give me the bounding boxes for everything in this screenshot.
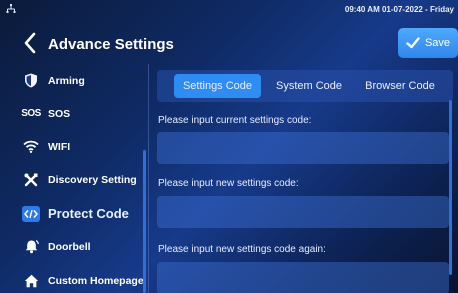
- status-datetime: 09:40 AM 01-07-2022 - Friday: [344, 5, 454, 14]
- confirm-code-input[interactable]: [157, 262, 449, 293]
- code-icon: [18, 205, 44, 222]
- page-title: Advance Settings: [48, 36, 174, 53]
- sidebar-item-label: WIFI: [48, 140, 71, 153]
- save-button[interactable]: Save: [398, 28, 458, 58]
- sidebar-item-label: SOS: [48, 107, 71, 120]
- sidebar-item-label: Discovery Setting: [48, 173, 137, 186]
- save-label: Save: [424, 37, 451, 49]
- current-code-input[interactable]: [157, 132, 449, 164]
- tab-settings-code[interactable]: Settings Code: [174, 74, 261, 98]
- sidebar-item-discovery-setting[interactable]: Discovery Setting: [0, 163, 146, 196]
- panel-scrollbar[interactable]: [449, 100, 452, 275]
- shield-icon: [18, 73, 44, 88]
- new-code-label: Please input new settings code:: [158, 178, 299, 189]
- tab-browser-code[interactable]: Browser Code: [357, 74, 443, 98]
- current-code-label: Please input current settings code:: [158, 115, 312, 126]
- sidebar-item-custom-homepage[interactable]: Custom Homepage: [0, 264, 146, 293]
- header: Advance Settings Save: [0, 24, 458, 64]
- home-icon: [18, 274, 44, 288]
- sidebar-scrollbar[interactable]: [143, 150, 146, 293]
- check-icon: [406, 37, 420, 49]
- chevron-left-icon[interactable]: [20, 31, 40, 55]
- bell-icon: [18, 239, 44, 254]
- sidebar-item-protect-code[interactable]: Protect Code: [0, 197, 146, 230]
- sidebar-item-label: Custom Homepage: [48, 274, 144, 287]
- sidebar-item-label: Protect Code: [48, 206, 129, 221]
- tab-bar: Settings Code System Code Browser Code: [157, 70, 453, 102]
- wifi-icon: [18, 140, 44, 153]
- sos-icon: SOS: [21, 108, 41, 119]
- tools-icon: [18, 173, 44, 187]
- network-icon: [6, 4, 16, 13]
- sidebar-item-label: Arming: [48, 74, 85, 87]
- sidebar-item-label: Doorbell: [48, 240, 91, 253]
- sidebar-item-arming[interactable]: Arming: [0, 64, 146, 97]
- tab-system-code[interactable]: System Code: [269, 74, 349, 98]
- status-bar: 09:40 AM 01-07-2022 - Friday: [0, 0, 458, 20]
- new-code-input[interactable]: [157, 196, 449, 228]
- sidebar-item-wifi[interactable]: WIFI: [0, 130, 146, 163]
- sidebar-item-sos[interactable]: SOS SOS: [0, 97, 146, 130]
- code-settings-panel: Settings Code System Code Browser Code P…: [151, 64, 458, 293]
- confirm-code-label: Please input new settings code again:: [158, 244, 326, 255]
- sidebar: Arming SOS SOS WIFI Discovery Setting Pr…: [0, 64, 146, 293]
- sidebar-item-doorbell[interactable]: Doorbell: [0, 230, 146, 263]
- sidebar-divider: [148, 64, 149, 293]
